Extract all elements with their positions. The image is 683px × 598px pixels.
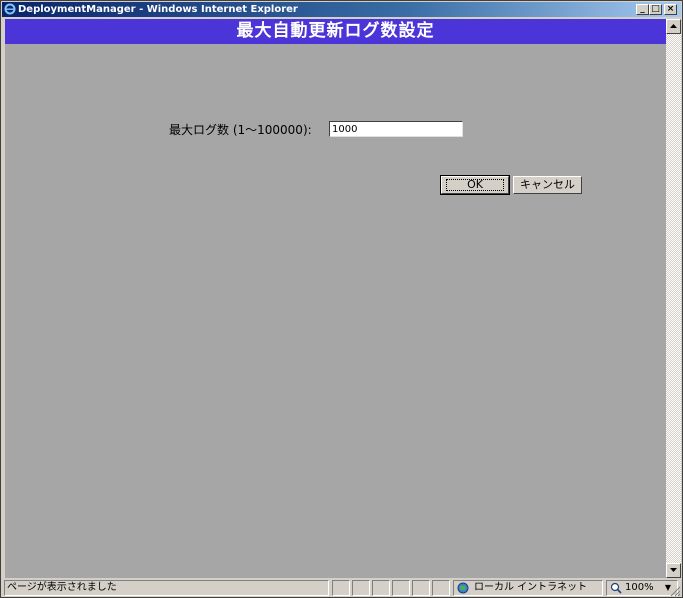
- status-pane: [372, 580, 390, 596]
- status-pane: [352, 580, 370, 596]
- status-bar: ページが表示されました ローカル イントラネット 100% ▼: [2, 579, 681, 597]
- close-button[interactable]: ×: [664, 4, 677, 15]
- status-pane: [392, 580, 410, 596]
- status-pane: [412, 580, 430, 596]
- scroll-down-arrow-icon: [670, 568, 677, 572]
- status-text: ページが表示されました: [4, 580, 329, 596]
- max-log-count-input[interactable]: [329, 121, 463, 137]
- status-pane: [432, 580, 450, 596]
- globe-icon: [457, 582, 469, 594]
- ie-logo-icon: [4, 3, 16, 15]
- page-title: 最大自動更新ログ数設定: [5, 19, 666, 44]
- max-log-count-label: 最大ログ数 (1〜100000):: [169, 123, 312, 137]
- zoom-control[interactable]: 100% ▼: [606, 580, 678, 596]
- security-zone[interactable]: ローカル イントラネット: [453, 580, 603, 596]
- resize-grip-icon[interactable]: [669, 585, 681, 597]
- minimize-button[interactable]: _: [636, 4, 649, 15]
- zone-label: ローカル イントラネット: [474, 582, 588, 593]
- maximize-button[interactable]: □: [649, 4, 662, 15]
- page-content: 最大自動更新ログ数設定 最大ログ数 (1〜100000): OK キャンセル: [5, 19, 666, 578]
- browser-window: DeploymentManager - Windows Internet Exp…: [0, 0, 683, 598]
- cancel-button[interactable]: キャンセル: [513, 176, 582, 194]
- ok-button[interactable]: OK: [440, 175, 510, 195]
- window-title: DeploymentManager - Windows Internet Exp…: [18, 4, 298, 15]
- vertical-scrollbar[interactable]: [666, 19, 681, 578]
- scroll-up-arrow-icon: [670, 24, 677, 28]
- focus-rectangle: [446, 179, 504, 191]
- scroll-down-button[interactable]: [666, 563, 681, 578]
- zoom-level: 100%: [625, 582, 654, 593]
- status-pane: [332, 580, 350, 596]
- title-bar[interactable]: DeploymentManager - Windows Internet Exp…: [2, 2, 681, 17]
- scroll-up-button[interactable]: [666, 19, 681, 34]
- zoom-icon: [610, 582, 622, 594]
